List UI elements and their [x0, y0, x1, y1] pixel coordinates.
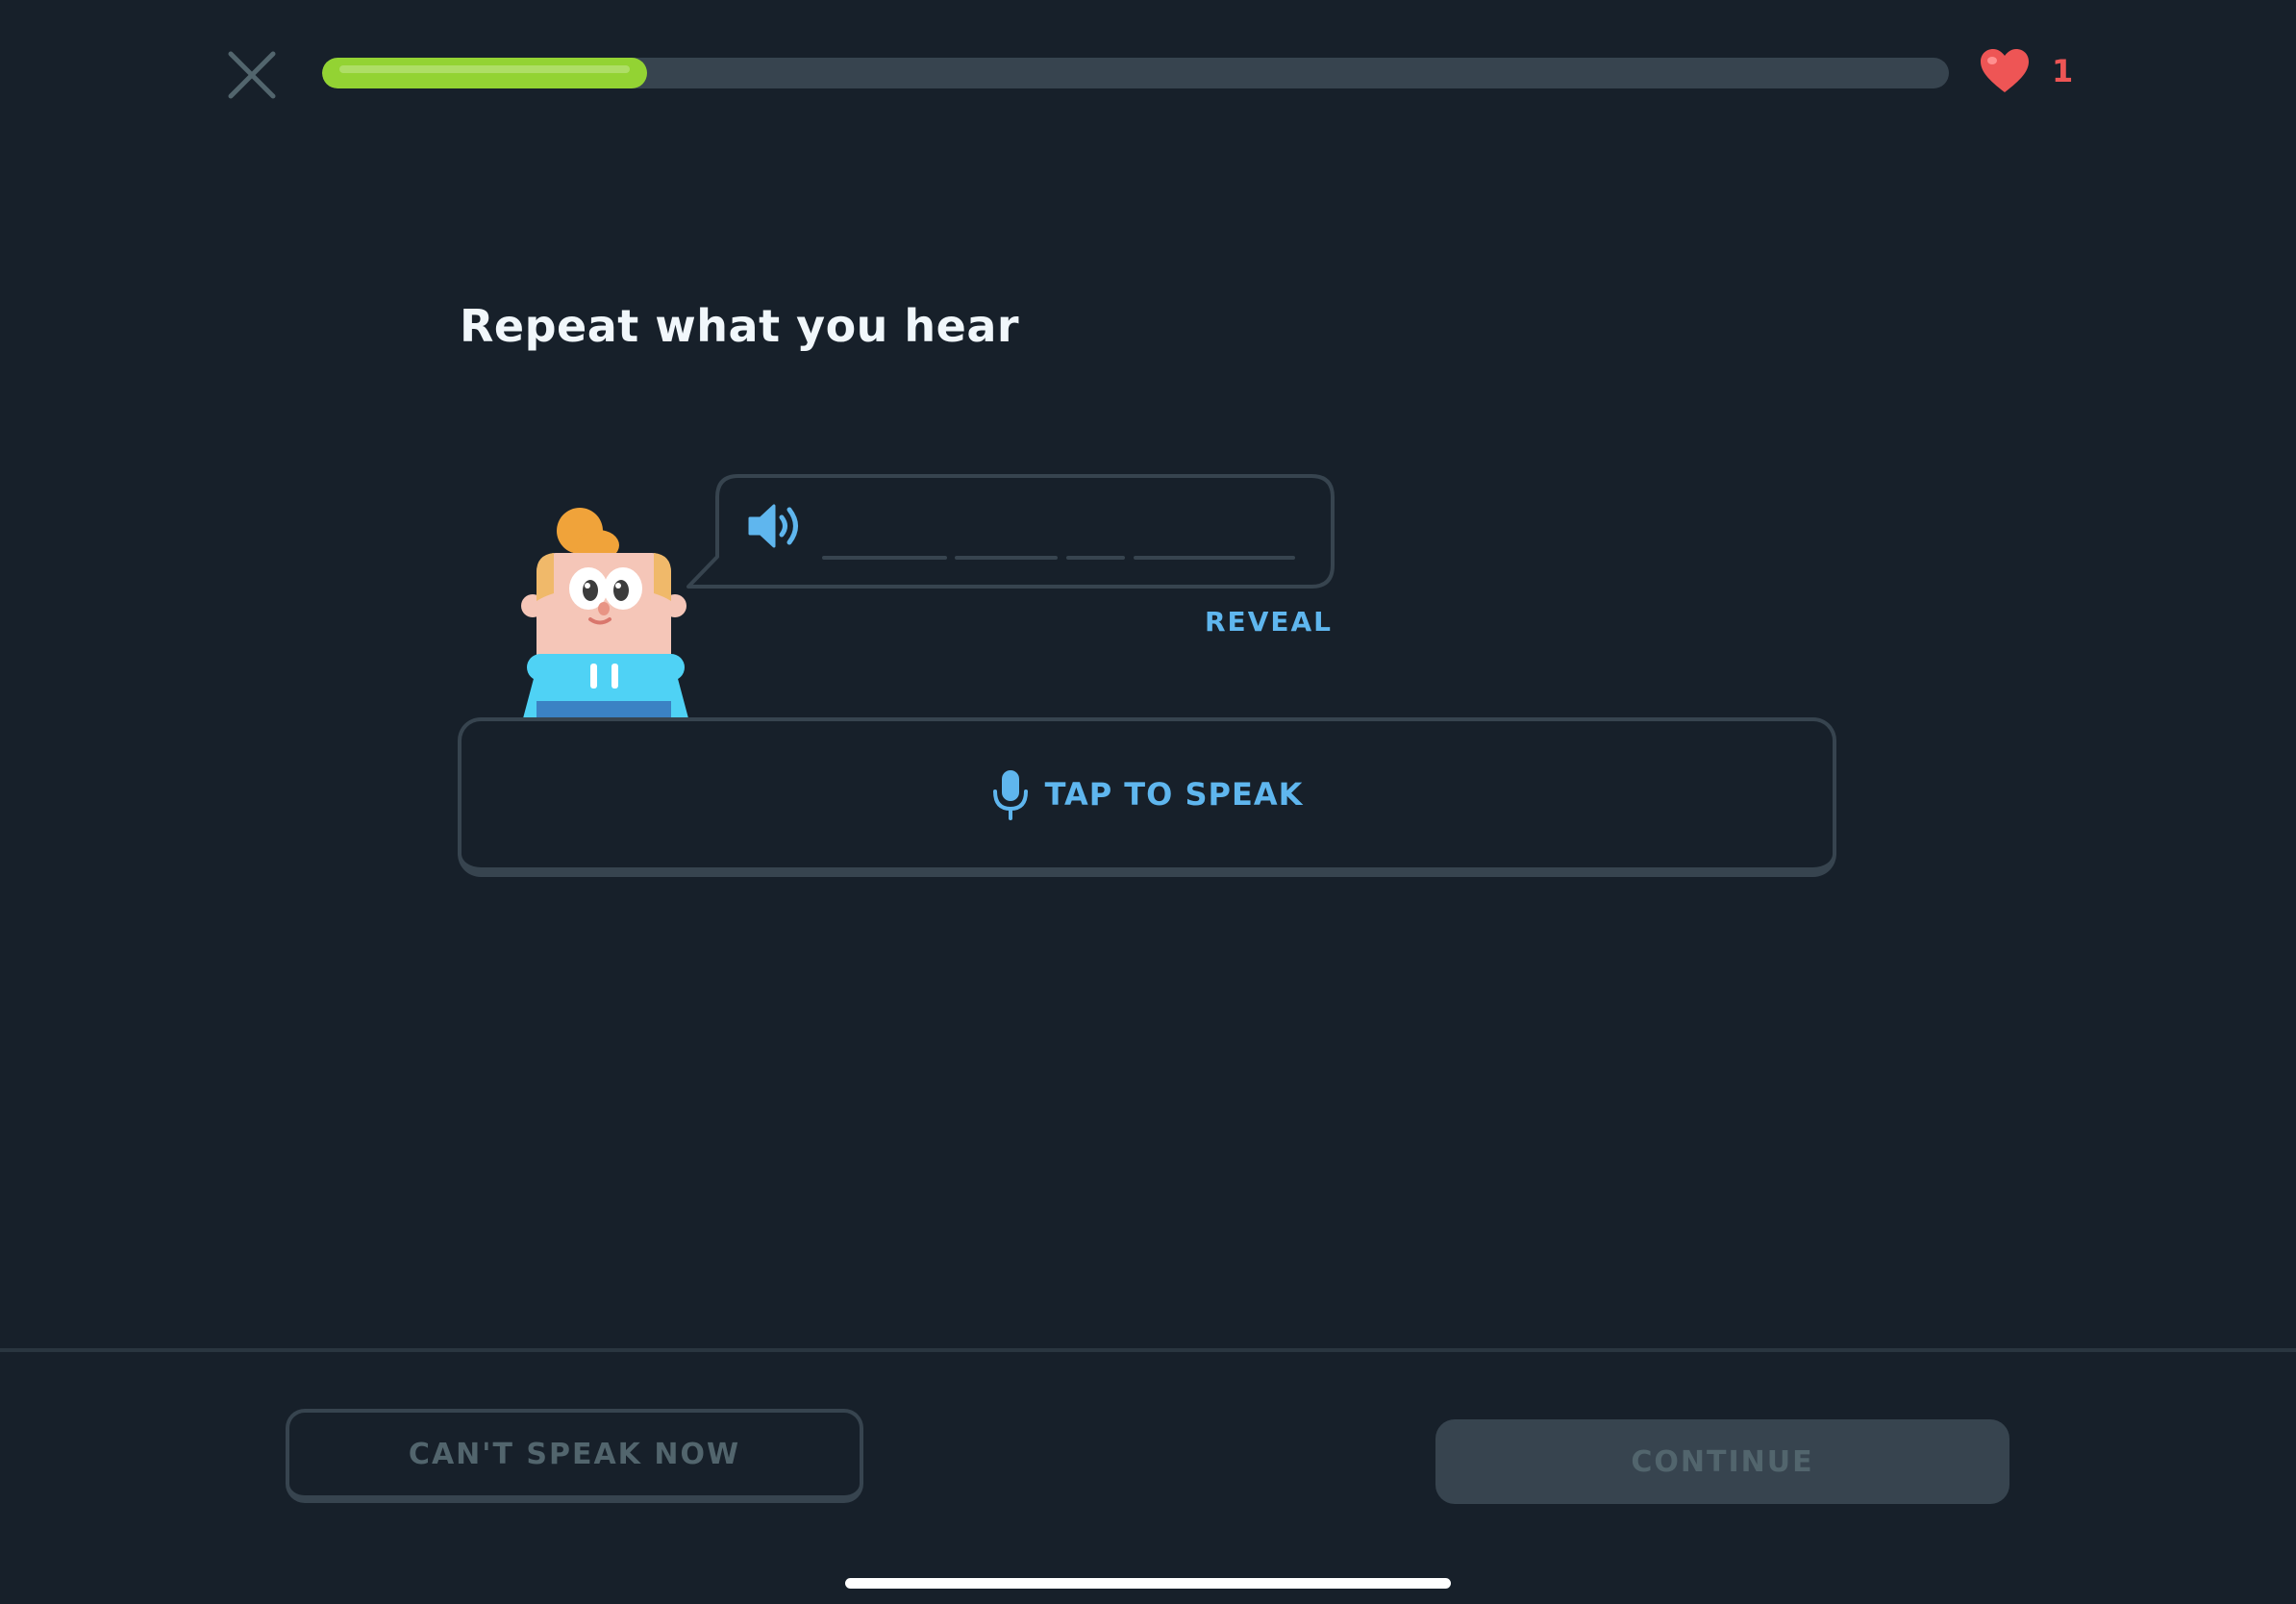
- cant-speak-now-button[interactable]: CAN'T SPEAK NOW: [286, 1409, 863, 1503]
- progress-shine: [339, 65, 630, 73]
- close-button[interactable]: [225, 48, 279, 102]
- lesson-screen: 1 Repeat what you hear REVEAL TAP TO SPE…: [0, 0, 2296, 1604]
- tap-to-speak-button[interactable]: TAP TO SPEAK: [458, 717, 1836, 877]
- continue-label: CONTINUE: [1631, 1444, 1814, 1479]
- heart-icon: [1981, 49, 2029, 92]
- speech-bubble: [686, 474, 1335, 590]
- hearts-count: 1: [2052, 53, 2074, 89]
- speaker-icon[interactable]: [747, 503, 803, 549]
- hearts-counter[interactable]: 1: [1979, 48, 2073, 94]
- word-blank: [822, 556, 947, 560]
- lesson-progress-bar: [322, 58, 1949, 88]
- home-indicator[interactable]: [845, 1578, 1451, 1589]
- character-avatar: [521, 508, 688, 718]
- progress-fill: [322, 58, 647, 88]
- microphone-icon: [992, 770, 1028, 820]
- tap-to-speak-label: TAP TO SPEAK: [1044, 776, 1304, 813]
- word-blank: [955, 556, 1058, 560]
- footer-divider: [0, 1348, 2296, 1352]
- word-blank: [1066, 556, 1125, 560]
- reveal-button[interactable]: REVEAL: [1144, 606, 1333, 638]
- exercise-title: Repeat what you hear: [460, 300, 1020, 352]
- cant-speak-now-label: CAN'T SPEAK NOW: [408, 1437, 741, 1471]
- word-blank: [1134, 556, 1295, 560]
- continue-button[interactable]: CONTINUE: [1435, 1419, 2009, 1504]
- close-icon: [228, 51, 276, 99]
